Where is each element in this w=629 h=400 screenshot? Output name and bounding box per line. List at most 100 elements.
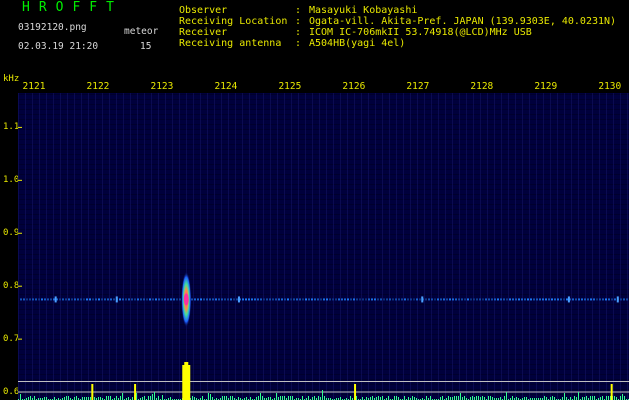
noise-spike bbox=[396, 396, 397, 400]
carrier-dot bbox=[221, 298, 223, 301]
carrier-dot bbox=[224, 298, 226, 301]
carrier-dot bbox=[230, 298, 232, 301]
carrier-dot bbox=[125, 298, 127, 301]
echo-burst bbox=[182, 365, 191, 400]
noise-spike bbox=[20, 394, 21, 400]
carrier-dot bbox=[152, 298, 154, 301]
noise-spike bbox=[488, 396, 489, 400]
carrier-dot bbox=[233, 298, 235, 301]
carrier-spot bbox=[616, 296, 619, 303]
carrier-dot bbox=[74, 298, 76, 301]
carrier-dot bbox=[515, 298, 517, 301]
carrier-dot bbox=[119, 298, 121, 301]
noise-spike bbox=[122, 393, 123, 400]
noise-spike bbox=[472, 396, 473, 400]
noise-spike bbox=[324, 396, 325, 400]
carrier-spot bbox=[421, 296, 424, 303]
carrier-dot bbox=[527, 298, 529, 301]
carrier-dot bbox=[254, 298, 256, 301]
carrier-dot bbox=[71, 298, 73, 301]
carrier-dot bbox=[41, 298, 43, 301]
noise-spike bbox=[144, 396, 145, 400]
carrier-dot bbox=[92, 298, 94, 301]
carrier-dot bbox=[446, 298, 448, 301]
carrier-dot bbox=[359, 298, 361, 301]
carrier-dot bbox=[260, 298, 262, 301]
noise-spike bbox=[586, 396, 587, 400]
carrier-dot bbox=[323, 298, 325, 301]
carrier-dot bbox=[566, 298, 568, 301]
noise-spike bbox=[478, 396, 479, 400]
carrier-dot bbox=[485, 298, 487, 301]
carrier-dot bbox=[392, 298, 394, 301]
carrier-dot bbox=[500, 298, 502, 301]
carrier-dot bbox=[389, 298, 391, 301]
noise-spike bbox=[208, 393, 209, 400]
noise-spike bbox=[622, 394, 623, 400]
carrier-dot bbox=[167, 298, 169, 301]
carrier-dot bbox=[23, 298, 25, 301]
noise-spike bbox=[388, 396, 389, 400]
carrier-dot bbox=[65, 298, 67, 301]
carrier-dot bbox=[89, 298, 91, 301]
carrier-dot bbox=[440, 298, 442, 301]
carrier-dot bbox=[173, 298, 175, 301]
carrier-dot bbox=[554, 298, 556, 301]
carrier-dot bbox=[488, 298, 490, 301]
carrier-dot bbox=[494, 298, 496, 301]
noise-spike bbox=[260, 393, 261, 400]
carrier-dot bbox=[557, 298, 559, 301]
carrier-dot bbox=[563, 298, 565, 301]
noise-spike bbox=[66, 396, 67, 400]
carrier-dot bbox=[347, 298, 349, 301]
carrier-dot bbox=[467, 298, 469, 301]
carrier-dot bbox=[584, 298, 586, 301]
carrier-dot bbox=[443, 298, 445, 301]
yellow-spike bbox=[134, 384, 137, 400]
carrier-dot bbox=[362, 298, 364, 301]
noise-spike bbox=[394, 396, 395, 400]
noise-spike bbox=[460, 393, 461, 400]
noise-spike bbox=[232, 396, 233, 400]
noise-spike bbox=[448, 396, 449, 400]
carrier-dot bbox=[536, 298, 538, 301]
noise-spike bbox=[68, 396, 69, 400]
noise-spike bbox=[116, 396, 117, 400]
carrier-dot bbox=[299, 298, 301, 301]
carrier-dot bbox=[614, 298, 616, 301]
noise-spike bbox=[552, 396, 553, 400]
noise-spike bbox=[162, 395, 163, 400]
meteor-echo-core bbox=[183, 293, 189, 306]
yellow-spike bbox=[354, 384, 357, 400]
carrier-dot bbox=[344, 298, 346, 301]
carrier-dot bbox=[452, 298, 454, 301]
carrier-spot bbox=[567, 296, 570, 303]
carrier-dot bbox=[581, 298, 583, 301]
carrier-dot bbox=[611, 298, 613, 301]
carrier-dot bbox=[431, 298, 433, 301]
noise-spike bbox=[606, 396, 607, 400]
carrier-dot bbox=[191, 298, 193, 301]
noise-spike bbox=[412, 396, 413, 400]
carrier-dot bbox=[68, 298, 70, 301]
carrier-dot bbox=[509, 298, 511, 301]
noise-spike bbox=[404, 396, 405, 400]
carrier-dot bbox=[95, 298, 97, 301]
carrier-dot bbox=[215, 298, 217, 301]
noise-spike bbox=[284, 396, 285, 400]
noise-spike bbox=[308, 396, 309, 400]
noise-spike bbox=[210, 394, 211, 400]
carrier-dot bbox=[311, 298, 313, 301]
noise-spike bbox=[506, 392, 507, 400]
carrier-dot bbox=[572, 298, 574, 301]
carrier-dot bbox=[521, 298, 523, 301]
carrier-dot bbox=[410, 298, 412, 301]
carrier-dot bbox=[305, 298, 307, 301]
carrier-dot bbox=[284, 298, 286, 301]
noise-spike bbox=[288, 396, 289, 400]
carrier-dot bbox=[272, 298, 274, 301]
carrier-dot bbox=[161, 298, 163, 301]
noise-spike bbox=[512, 396, 513, 400]
carrier-spot bbox=[237, 296, 240, 303]
carrier-dot bbox=[317, 298, 319, 301]
